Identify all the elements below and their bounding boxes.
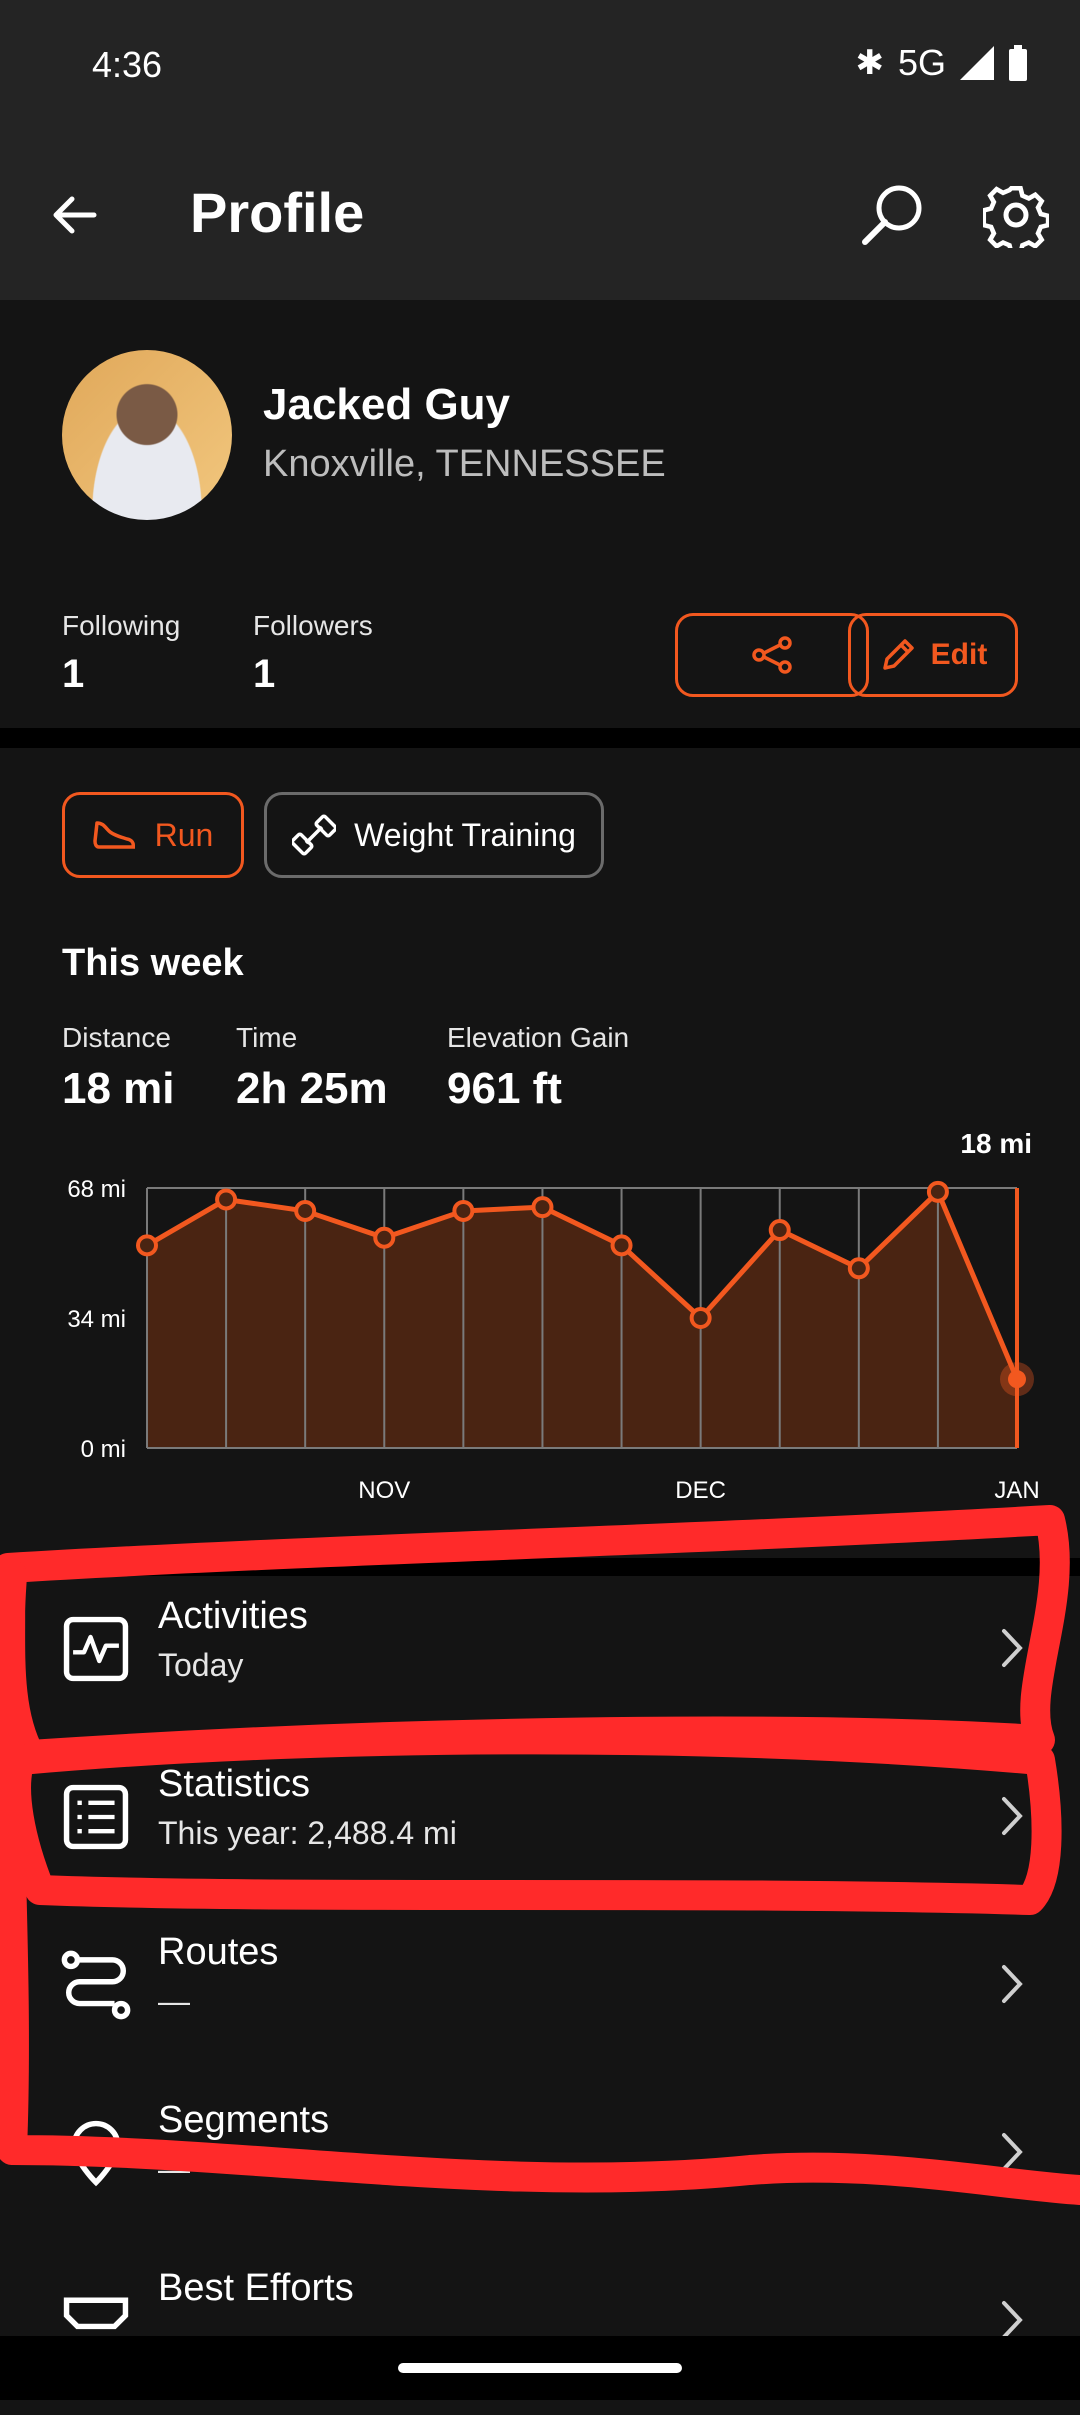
distance-value: 18 mi <box>62 1064 175 1113</box>
share-button[interactable] <box>675 613 869 697</box>
weekly-distance-chart[interactable]: 68 mi 34 mi 0 mi NOV DEC JAN 18 mi <box>0 1130 1080 1510</box>
battery-icon <box>1009 45 1027 81</box>
gesture-handle[interactable] <box>398 2363 682 2373</box>
section-divider <box>0 728 1080 748</box>
week-title: This week <box>62 942 244 984</box>
activity-chart-icon <box>63 1616 129 1682</box>
nav-item-title: Segments <box>158 2099 330 2141</box>
followers-block[interactable]: Followers 1 <box>253 610 373 697</box>
chevron-right-icon <box>1002 2133 1023 2171</box>
weight-chip-label: Weight Training <box>354 816 576 853</box>
chart-point <box>373 1226 396 1249</box>
statistics-list-icon <box>63 1784 129 1850</box>
gear-icon <box>983 185 1049 248</box>
route-icon <box>61 1950 131 2020</box>
dumbbell-icon <box>292 814 337 856</box>
nav-item-subtitle: — <box>158 1983 190 2019</box>
chart-point <box>452 1199 475 1222</box>
time-stat: Time 2h 25m <box>236 1022 388 1114</box>
pencil-icon <box>882 639 914 670</box>
nav-item-title: Activities <box>158 1595 308 1637</box>
chart-current-value-label: 18 mi <box>960 1130 1032 1159</box>
following-label: Following <box>62 610 181 641</box>
segment-pin-icon <box>71 2120 121 2187</box>
elevation-stat: Elevation Gain 961 ft <box>447 1022 629 1114</box>
profile-location: Knoxville, TENNESSEE <box>263 443 666 485</box>
page-title: Profile <box>190 181 365 244</box>
back-button[interactable] <box>34 175 114 255</box>
avatar[interactable] <box>62 350 232 520</box>
chart-current-point <box>1008 1370 1026 1389</box>
chart-point <box>689 1307 712 1329</box>
chart-point <box>926 1180 949 1203</box>
nav-item-segments[interactable]: Segments — <box>0 2079 1080 2247</box>
shoe-icon <box>92 821 135 849</box>
chart-point <box>294 1199 317 1222</box>
back-arrow-icon <box>53 196 97 234</box>
status-time: 4:36 <box>92 44 163 85</box>
network-label: 5G <box>897 42 946 83</box>
profile-name: Jacked Guy <box>263 380 511 429</box>
edit-label: Edit <box>930 638 988 671</box>
nav-item-title: Routes <box>158 1931 279 1973</box>
chart-point <box>531 1196 554 1219</box>
chevron-right-icon <box>1002 1629 1023 1667</box>
chart-area-fill <box>147 1191 1017 1448</box>
elevation-value: 961 ft <box>447 1064 562 1113</box>
time-value: 2h 25m <box>236 1064 388 1113</box>
chart-y-tick-label: 34 mi <box>67 1306 126 1333</box>
following-count: 1 <box>62 652 85 696</box>
status-icons: ✱ 5G <box>855 42 1028 84</box>
chart-point <box>847 1257 870 1280</box>
followers-count: 1 <box>253 652 276 696</box>
share-icon <box>752 636 792 674</box>
nav-item-title: Statistics <box>158 1763 311 1805</box>
chart-x-tick-label: DEC <box>675 1477 726 1504</box>
chart-point <box>215 1188 238 1211</box>
nav-item-subtitle: — <box>158 2151 190 2187</box>
signal-icon <box>960 46 994 80</box>
chart-x-tick-label: NOV <box>358 1477 410 1504</box>
chart-y-tick-label: 68 mi <box>67 1176 126 1203</box>
nav-item-routes[interactable]: Routes — <box>0 1911 1080 2079</box>
nav-item-statistics[interactable]: Statistics This year: 2,488.4 mi <box>0 1743 1080 1911</box>
followers-label: Followers <box>253 610 373 641</box>
distance-stat: Distance 18 mi <box>62 1022 175 1114</box>
chevron-right-icon <box>1002 1965 1023 2003</box>
search-icon <box>862 185 922 245</box>
section-divider-2 <box>0 1558 1080 1576</box>
run-chip-label: Run <box>154 816 214 853</box>
bluetooth-icon: ✱ <box>855 44 884 82</box>
chart-point <box>768 1219 791 1242</box>
nav-item-subtitle: This year: 2,488.4 mi <box>158 1815 457 1851</box>
run-chip[interactable]: Run <box>62 792 244 878</box>
distance-label: Distance <box>62 1022 171 1053</box>
edit-button[interactable]: Edit <box>848 613 1018 697</box>
chart-point <box>136 1234 158 1257</box>
nav-item-subtitle: Today <box>158 1647 244 1683</box>
time-label: Time <box>236 1022 298 1053</box>
elevation-label: Elevation Gain <box>447 1022 630 1053</box>
chart-point <box>610 1234 633 1257</box>
nav-item-title: Best Efforts <box>158 2267 354 2309</box>
following-block[interactable]: Following 1 <box>62 610 180 697</box>
weight-training-chip[interactable]: Weight Training <box>264 792 604 878</box>
chart-x-tick-label: JAN <box>994 1477 1039 1504</box>
search-button[interactable] <box>852 175 932 255</box>
chart-y-tick-label: 0 mi <box>81 1436 126 1463</box>
settings-button[interactable] <box>976 175 1056 255</box>
chevron-right-icon <box>1002 1797 1023 1835</box>
nav-item-activities[interactable]: Activities Today <box>0 1575 1080 1743</box>
